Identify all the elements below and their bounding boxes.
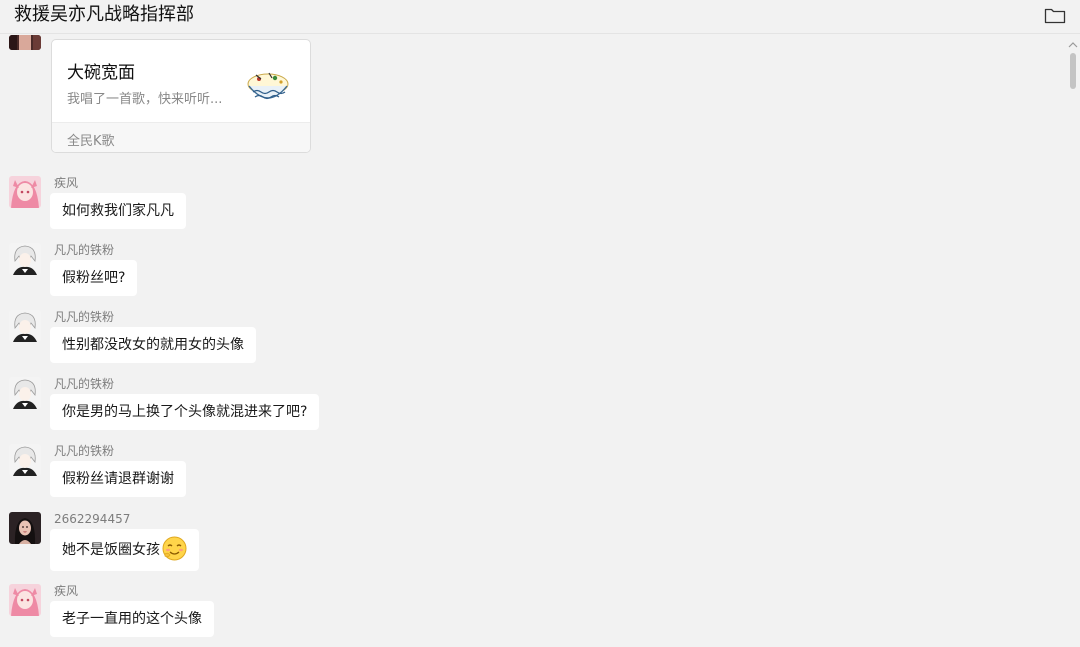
sender-name: 2662294457 xyxy=(54,512,131,526)
card-title: 大碗宽面 xyxy=(67,63,135,83)
avatar[interactable] xyxy=(9,35,41,50)
message-bubble[interactable]: 假粉丝吧? xyxy=(50,260,138,296)
message-bubble[interactable]: 性别都没改女的就用女的头像 xyxy=(50,327,256,363)
message-item: 凡凡的铁粉 你是男的马上换了个头像就混进来了吧? xyxy=(0,377,1060,433)
white-hair-anime-avatar[interactable] xyxy=(9,377,41,409)
title-bar: 救援吴亦凡战略指挥部 xyxy=(0,0,1080,34)
message-item: 大碗宽面 我唱了一首歌，快来听听... 全民K歌 xyxy=(0,35,1060,155)
message-item: 2662294457 她不是饭圈女孩 xyxy=(0,512,1060,572)
message-bubble[interactable]: 她不是饭圈女孩 xyxy=(50,529,199,571)
scroll-up-icon[interactable] xyxy=(1068,35,1078,48)
sender-name: 凡凡的铁粉 xyxy=(54,377,115,391)
message-bubble[interactable]: 你是男的马上换了个头像就混进来了吧? xyxy=(50,394,320,430)
message-item: 凡凡的铁粉 性别都没改女的就用女的头像 xyxy=(0,310,1060,366)
chat-window: 救援吴亦凡战略指挥部 大碗宽面 我唱了一首歌，快来听听... 全民K歌 疾风 如… xyxy=(0,0,1080,647)
chat-title: 救援吴亦凡战略指挥部 xyxy=(14,4,194,25)
pink-anime-avatar[interactable] xyxy=(9,584,41,616)
sender-name: 疾风 xyxy=(54,584,79,598)
message-bubble[interactable]: 如何救我们家凡凡 xyxy=(50,193,186,229)
message-item: 疾风 老子一直用的这个头像 xyxy=(0,584,1060,640)
message-bubble[interactable]: 假粉丝请退群谢谢 xyxy=(50,461,186,497)
message-text: 她不是饭圈女孩 xyxy=(62,542,160,558)
sender-name: 凡凡的铁粉 xyxy=(54,243,115,257)
bowl-noodles-cover-icon xyxy=(245,66,291,106)
message-item: 凡凡的铁粉 假粉丝请退群谢谢 xyxy=(0,444,1060,500)
music-share-card[interactable]: 大碗宽面 我唱了一首歌，快来听听... 全民K歌 xyxy=(51,39,311,153)
message-list[interactable]: 大碗宽面 我唱了一首歌，快来听听... 全民K歌 疾风 如何救我们家凡凡 凡凡的… xyxy=(0,35,1066,647)
sender-name: 凡凡的铁粉 xyxy=(54,310,115,324)
girl-photo-avatar[interactable] xyxy=(9,512,41,544)
white-hair-anime-avatar[interactable] xyxy=(9,310,41,342)
message-bubble[interactable]: 老子一直用的这个头像 xyxy=(50,601,214,637)
scrollbar-thumb[interactable] xyxy=(1070,53,1076,89)
white-hair-anime-avatar[interactable] xyxy=(9,444,41,476)
card-source: 全民K歌 xyxy=(67,134,115,149)
scrollbar[interactable] xyxy=(1066,35,1080,647)
message-item: 疾风 如何救我们家凡凡 xyxy=(0,176,1060,232)
folder-icon[interactable] xyxy=(1044,6,1066,24)
sender-name: 疾风 xyxy=(54,176,79,190)
white-hair-anime-avatar[interactable] xyxy=(9,243,41,275)
sender-name: 凡凡的铁粉 xyxy=(54,444,115,458)
shy-laugh-emoji-icon xyxy=(162,536,187,561)
message-item: 凡凡的铁粉 假粉丝吧? xyxy=(0,243,1060,299)
card-footer: 全民K歌 xyxy=(52,122,310,152)
card-description: 我唱了一首歌，快来听听... xyxy=(67,92,223,107)
pink-anime-avatar[interactable] xyxy=(9,176,41,208)
